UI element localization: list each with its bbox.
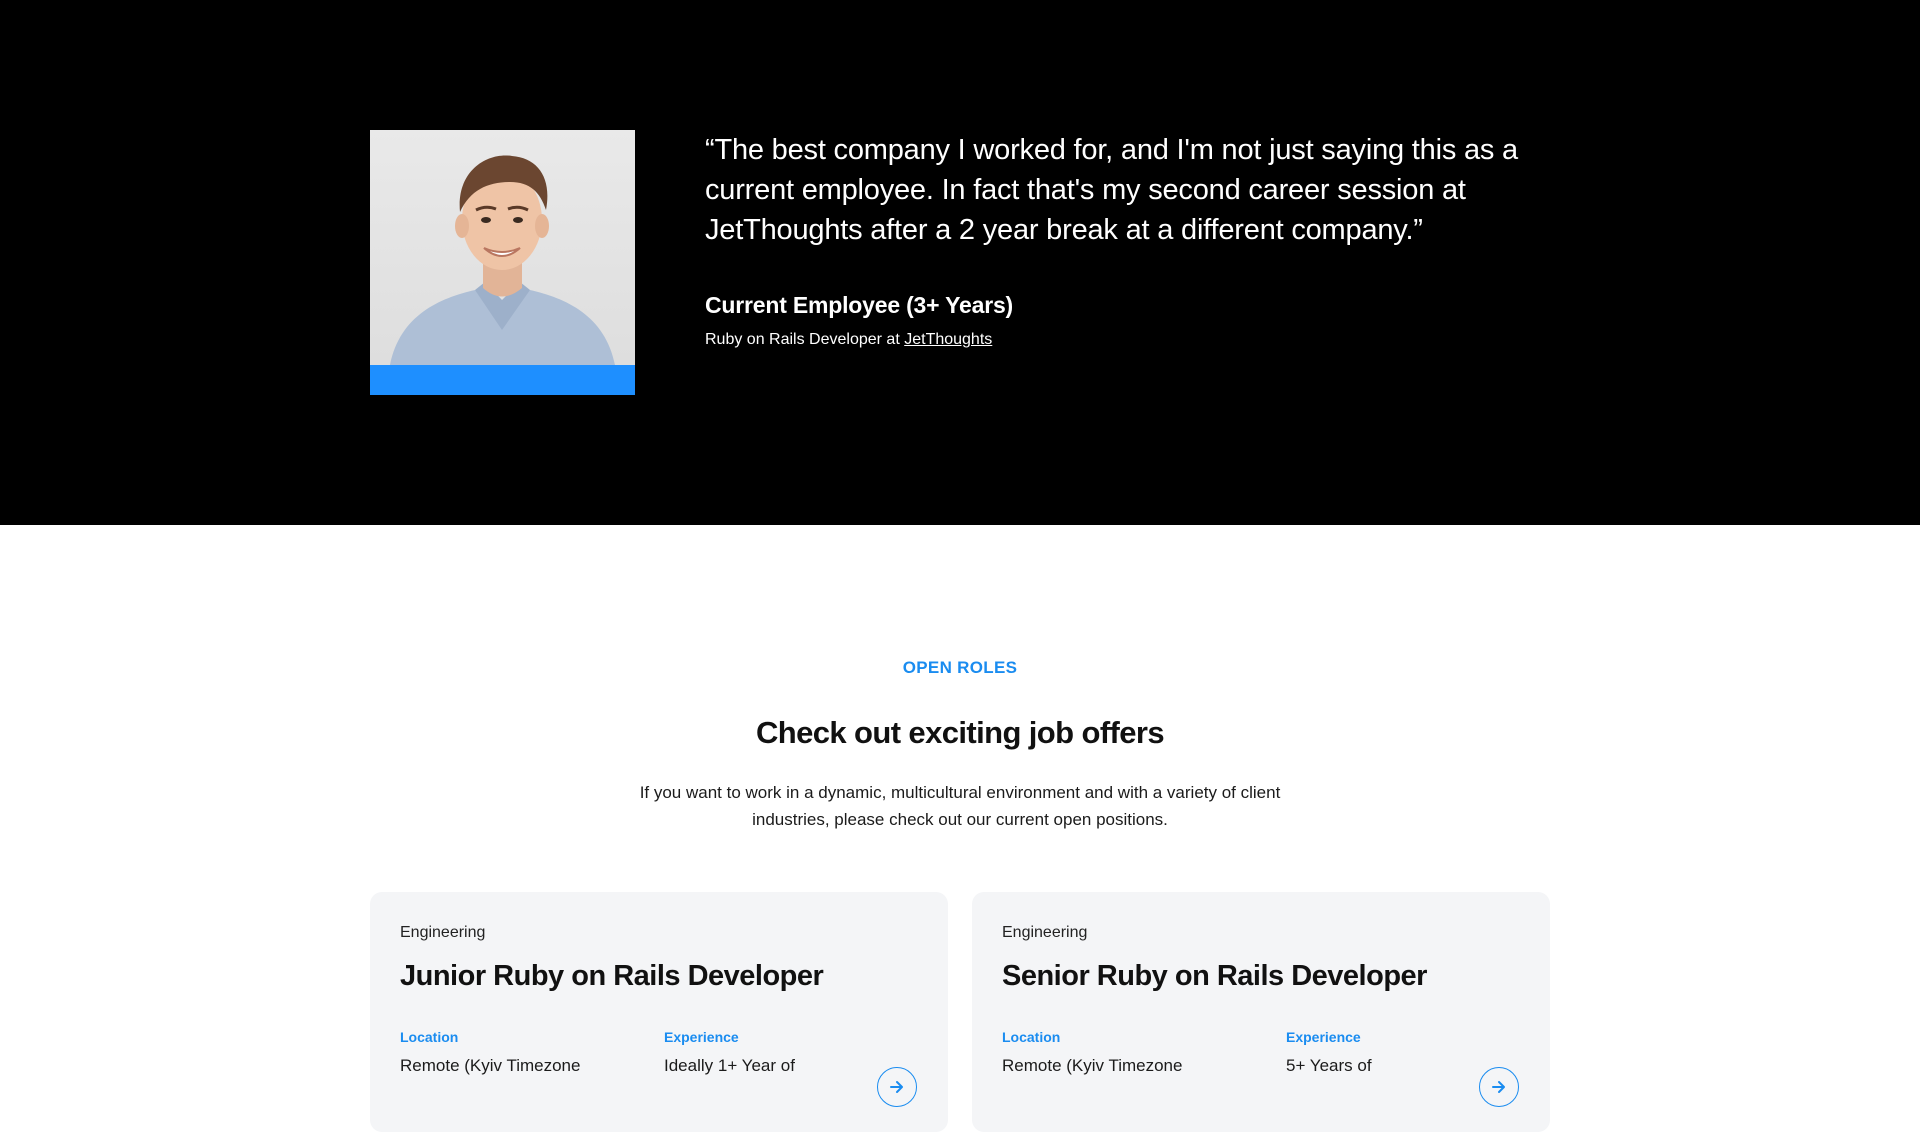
employee-portrait-icon [390, 155, 615, 365]
job-open-button[interactable] [1479, 1067, 1519, 1107]
job-title[interactable]: Junior Ruby on Rails Developer [400, 960, 824, 993]
testimonial-author-role: Ruby on Rails Developer at JetThoughts [705, 331, 992, 349]
job-experience-value: Ideally 1+ Year of [664, 1056, 795, 1075]
testimonial-section: “The best company I worked for, and I'm … [0, 0, 1920, 525]
testimonial-quote: “The best company I worked for, and I'm … [705, 134, 1518, 246]
job-card-senior-rails[interactable]: Engineering Senior Ruby on Rails Develop… [972, 892, 1550, 1132]
arrow-right-icon [1492, 1081, 1505, 1093]
author-role-text: Ruby on Rails Developer at [705, 331, 905, 348]
job-location-label: Location [1002, 1029, 1061, 1045]
employee-photo-frame [370, 130, 635, 395]
job-department: Engineering [400, 924, 486, 941]
open-roles-title: Check out exciting job offers [755, 715, 1165, 750]
job-experience-label: Experience [664, 1029, 739, 1045]
job-location-value: Remote (Kyiv Timezone [1002, 1056, 1183, 1075]
job-location-value: Remote (Kyiv Timezone [400, 1056, 581, 1075]
open-roles-description: If you want to work in a dynamic, multic… [639, 783, 1281, 829]
employee-photo [370, 130, 635, 365]
testimonial-author-name: Current Employee (3+ Years) [705, 292, 1014, 318]
company-link[interactable]: JetThoughts [904, 331, 992, 348]
job-title[interactable]: Senior Ruby on Rails Developer [1002, 960, 1427, 993]
arrow-right-icon [890, 1081, 903, 1093]
job-department: Engineering [1002, 924, 1088, 941]
job-experience-label: Experience [1286, 1029, 1361, 1045]
open-roles-eyebrow: OPEN ROLES [902, 658, 1018, 677]
job-card-junior-rails[interactable]: Engineering Junior Ruby on Rails Develop… [370, 892, 948, 1132]
job-open-button[interactable] [877, 1067, 917, 1107]
job-experience-value: 5+ Years of [1286, 1056, 1372, 1075]
job-location-label: Location [400, 1029, 459, 1045]
